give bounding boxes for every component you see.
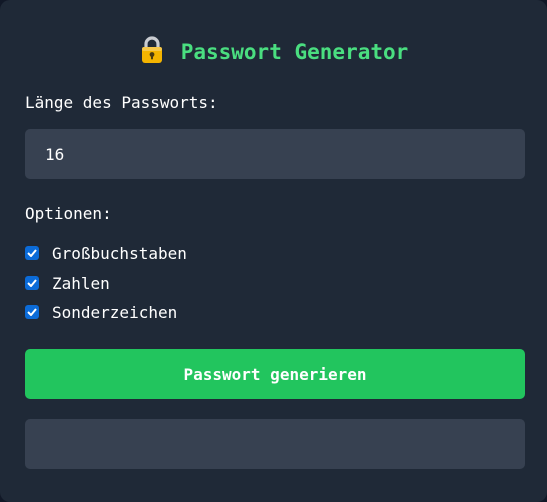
numbers-label: Zahlen: [52, 273, 110, 293]
uppercase-label: Großbuchstaben: [52, 243, 187, 263]
generator-card: Passwort Generator Länge des Passworts: …: [0, 0, 547, 502]
lock-icon: [139, 35, 165, 65]
option-uppercase[interactable]: Großbuchstaben: [25, 242, 187, 264]
generate-password-button[interactable]: Passwort generieren: [25, 349, 525, 399]
option-special-chars[interactable]: Sonderzeichen: [25, 301, 177, 323]
numbers-checkbox[interactable]: [25, 276, 39, 290]
option-numbers[interactable]: Zahlen: [25, 272, 110, 294]
length-input[interactable]: [25, 129, 525, 179]
password-output[interactable]: [25, 419, 525, 469]
special-chars-checkbox[interactable]: [25, 305, 39, 319]
length-label: Länge des Passworts:: [25, 93, 218, 112]
page-title: Passwort Generator: [180, 40, 409, 64]
uppercase-checkbox[interactable]: [25, 246, 39, 260]
app-title-row: Passwort Generator: [0, 36, 547, 68]
special-chars-label: Sonderzeichen: [52, 302, 178, 322]
options-label: Optionen:: [25, 204, 112, 223]
